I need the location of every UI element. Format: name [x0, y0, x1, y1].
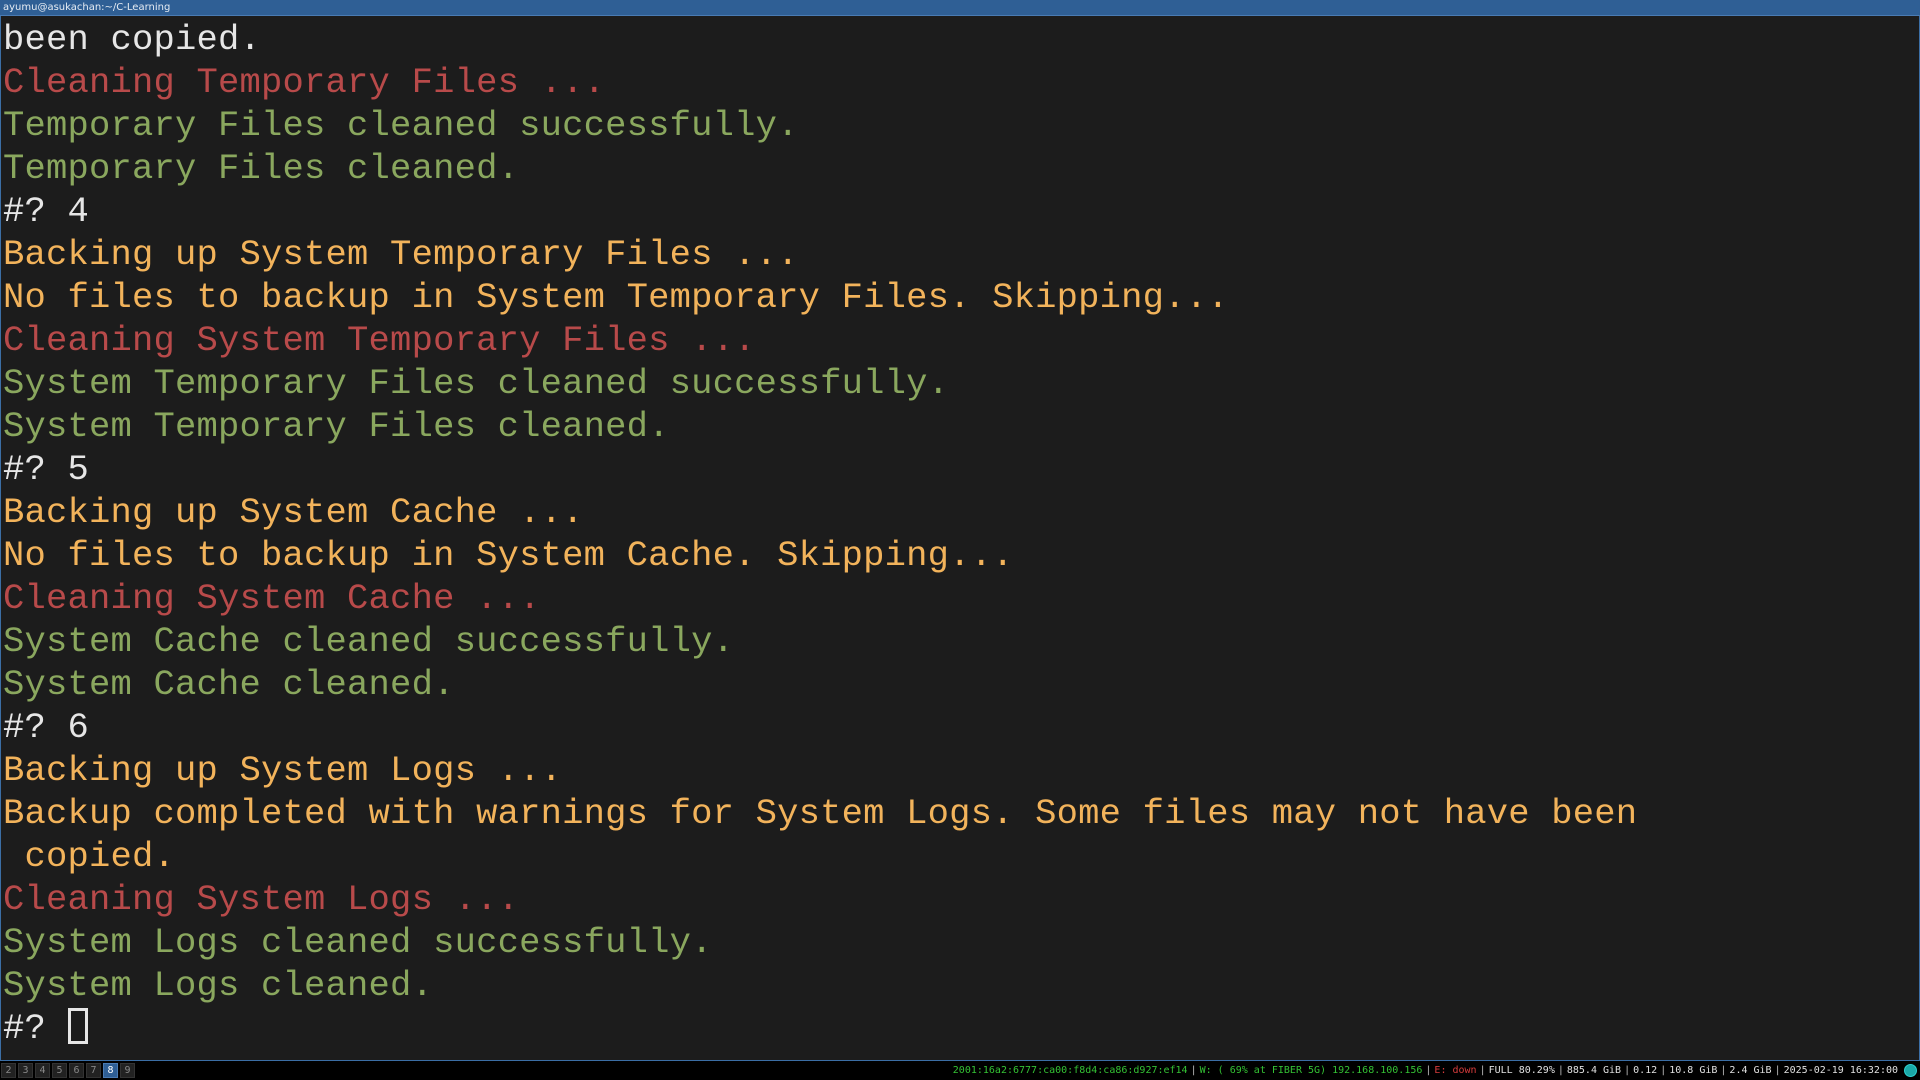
- terminal-line: Cleaning System Logs ...: [3, 879, 520, 920]
- terminal-line: Cleaning Temporary Files ...: [3, 62, 606, 103]
- window-titlebar[interactable]: ayumu@asukachan:~/C-Learning: [0, 0, 1920, 16]
- workspace-button[interactable]: 7: [86, 1063, 101, 1078]
- terminal-line: Temporary Files cleaned successfully.: [3, 105, 799, 146]
- workspace-button[interactable]: 9: [120, 1063, 135, 1078]
- terminal-prompt-line[interactable]: #?: [3, 1007, 1913, 1050]
- terminal-line: #? 6: [3, 707, 90, 748]
- status-bar: 2 3 4 5 6 7 8 9 2001:16a2:6777:ca00:f8d4…: [0, 1061, 1920, 1080]
- status-memory: 10.8 GiB: [1669, 1065, 1718, 1076]
- workspace-switcher[interactable]: 2 3 4 5 6 7 8 9: [1, 1063, 137, 1078]
- terminal-line: System Logs cleaned successfully.: [3, 922, 713, 963]
- window-title: ayumu@asukachan:~/C-Learning: [3, 2, 171, 13]
- status-ipv6: 2001:16a2:6777:ca00:f8d4:ca86:d927:ef14: [952, 1065, 1188, 1076]
- status-separator: |: [1190, 1065, 1197, 1076]
- status-separator: |: [1660, 1065, 1667, 1076]
- status-disk-free: 885.4 GiB: [1566, 1065, 1622, 1076]
- terminal-line: Backing up System Cache ...: [3, 492, 584, 533]
- workspace-button-active[interactable]: 8: [103, 1063, 118, 1078]
- status-datetime: 2025-02-19 16:32:00: [1783, 1065, 1898, 1076]
- terminal-line: No files to backup in System Temporary F…: [3, 277, 1229, 318]
- terminal-line: #? 4: [3, 191, 90, 232]
- terminal-line: Cleaning System Cache ...: [3, 578, 541, 619]
- status-separator: |: [1774, 1065, 1781, 1076]
- workspace-button[interactable]: 2: [1, 1063, 16, 1078]
- status-separator: |: [1557, 1065, 1564, 1076]
- status-load: 0.12: [1633, 1065, 1658, 1076]
- status-wifi: W: ( 69% at FIBER 5G) 192.168.100.156: [1199, 1065, 1423, 1076]
- terminal-line: been copied.: [3, 19, 262, 60]
- shell-prompt: #?: [3, 1008, 68, 1049]
- workspace-button[interactable]: 5: [52, 1063, 67, 1078]
- terminal-line: Backing up System Logs ...: [3, 750, 563, 791]
- terminal-line: Temporary Files cleaned.: [3, 148, 520, 189]
- terminal-line: System Temporary Files cleaned.: [3, 406, 670, 447]
- status-separator: |: [1624, 1065, 1631, 1076]
- workspace-button[interactable]: 6: [69, 1063, 84, 1078]
- status-separator: |: [1479, 1065, 1486, 1076]
- status-ethernet: E: down: [1434, 1065, 1477, 1076]
- terminal-line: Cleaning System Temporary Files ...: [3, 320, 756, 361]
- status-separator: |: [1425, 1065, 1432, 1076]
- terminal-cursor[interactable]: [67, 1008, 88, 1044]
- terminal-line: System Logs cleaned.: [3, 965, 434, 1006]
- terminal-line: System Temporary Files cleaned successfu…: [3, 363, 950, 404]
- network-tray-icon[interactable]: [1904, 1064, 1917, 1077]
- terminal-window[interactable]: been copied. Cleaning Temporary Files ..…: [0, 16, 1920, 1061]
- terminal-line: Backing up System Temporary Files ...: [3, 234, 799, 275]
- terminal-line: copied.: [3, 836, 176, 877]
- status-swap: 2.4 GiB: [1729, 1065, 1772, 1076]
- status-indicators: 2001:16a2:6777:ca00:f8d4:ca86:d927:ef14 …: [953, 1061, 1898, 1080]
- status-separator: |: [1720, 1065, 1727, 1076]
- terminal-line: System Cache cleaned.: [3, 664, 455, 705]
- status-disk: FULL 80.29%: [1488, 1065, 1555, 1076]
- terminal-line: System Cache cleaned successfully.: [3, 621, 735, 662]
- terminal-line: Backup completed with warnings for Syste…: [3, 793, 1638, 834]
- workspace-button[interactable]: 4: [35, 1063, 50, 1078]
- terminal-output: been copied. Cleaning Temporary Files ..…: [3, 18, 1913, 1050]
- terminal-line: No files to backup in System Cache. Skip…: [3, 535, 1014, 576]
- terminal-line: #? 5: [3, 449, 90, 490]
- workspace-button[interactable]: 3: [18, 1063, 33, 1078]
